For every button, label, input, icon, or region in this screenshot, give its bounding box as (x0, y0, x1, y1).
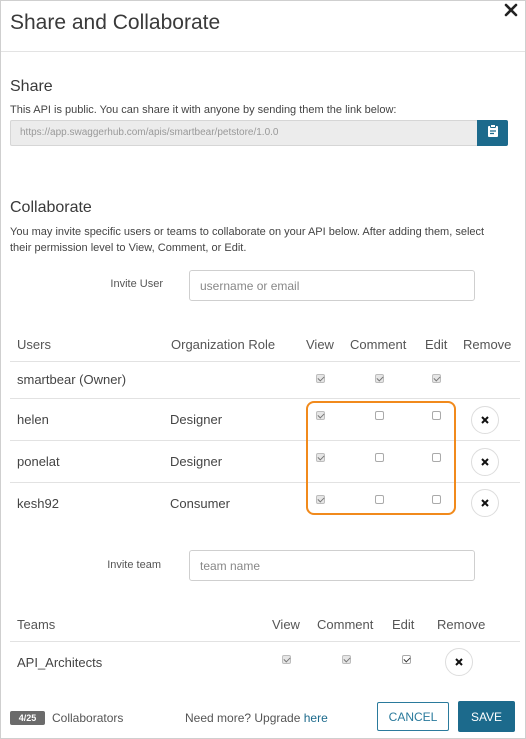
save-button[interactable]: SAVE (458, 701, 515, 732)
users-column-header: Users (17, 337, 51, 352)
close-icon[interactable] (503, 2, 519, 18)
teams-header-divider (10, 641, 520, 642)
x-icon (481, 494, 489, 512)
team-view-checkbox[interactable] (282, 655, 291, 664)
team-edit-checkbox[interactable] (402, 655, 411, 664)
view-column-header: View (306, 337, 334, 352)
teams-remove-column-header: Remove (437, 617, 486, 632)
share-collaborate-dialog: Share and Collaborate Share This API is … (0, 0, 526, 739)
ponelat-edit-checkbox[interactable] (432, 453, 441, 462)
ponelat-comment-checkbox[interactable] (375, 453, 384, 462)
remove-column-header: Remove (463, 337, 512, 352)
user-role-kesh92: Consumer (170, 496, 230, 511)
x-icon (481, 411, 489, 429)
user-name-helen: helen (17, 412, 49, 427)
x-icon (455, 653, 463, 671)
helen-edit-checkbox[interactable] (432, 411, 441, 420)
user-name-owner: smartbear (Owner) (17, 372, 127, 387)
kesh92-edit-checkbox[interactable] (432, 495, 441, 504)
share-section-title: Share (10, 78, 53, 95)
collaborate-section-title: Collaborate (10, 199, 92, 216)
owner-edit-checkbox (432, 374, 441, 383)
cancel-button[interactable]: CANCEL (377, 702, 449, 731)
invite-team-label: Invite team (107, 559, 161, 571)
team-name-api-architects: API_Architects (17, 655, 103, 670)
user-role-helen: Designer (170, 412, 223, 427)
org-role-column-header: Organization Role (171, 337, 276, 352)
invite-user-label: Invite User (110, 278, 163, 290)
helen-comment-checkbox[interactable] (375, 411, 384, 420)
kesh92-view-checkbox[interactable] (316, 495, 325, 504)
collaborator-count-badge: 4/25 (10, 711, 45, 725)
remove-team-button[interactable] (445, 648, 473, 676)
comment-column-header: Comment (350, 337, 407, 352)
copy-link-button[interactable] (477, 120, 508, 146)
remove-helen-button[interactable] (471, 406, 499, 434)
user-role-ponelat: Designer (170, 454, 223, 469)
user-name-kesh92: kesh92 (17, 496, 59, 511)
header-divider (1, 51, 525, 52)
team-comment-checkbox[interactable] (342, 655, 351, 664)
collaborate-description-line1: You may invite specific users or teams t… (10, 226, 485, 238)
invite-team-input[interactable]: team name (189, 550, 475, 581)
clipboard-icon (487, 124, 499, 142)
ponelat-view-checkbox[interactable] (316, 453, 325, 462)
edit-column-header: Edit (425, 337, 448, 352)
dialog-title: Share and Collaborate (10, 11, 221, 34)
owner-view-checkbox (316, 374, 325, 383)
user-name-ponelat: ponelat (17, 454, 60, 469)
share-link-field[interactable]: https://app.swaggerhub.com/apis/smartbea… (10, 120, 477, 146)
row-divider (10, 440, 520, 441)
collaborate-description-line2: their permission level to View, Comment,… (10, 242, 247, 254)
kesh92-comment-checkbox[interactable] (375, 495, 384, 504)
owner-comment-checkbox (375, 374, 384, 383)
users-header-divider (10, 361, 520, 362)
share-description: This API is public. You can share it wit… (10, 104, 397, 116)
x-icon (481, 453, 489, 471)
teams-column-header: Teams (17, 617, 56, 632)
row-divider (10, 398, 520, 399)
remove-ponelat-button[interactable] (471, 448, 499, 476)
remove-kesh92-button[interactable] (471, 489, 499, 517)
upgrade-link[interactable]: here (304, 711, 328, 725)
collaborators-label: Collaborators (52, 711, 124, 725)
helen-view-checkbox[interactable] (316, 411, 325, 420)
need-more-text: Need more? Upgrade (185, 711, 301, 725)
teams-view-column-header: View (272, 617, 300, 632)
row-divider (10, 482, 520, 483)
teams-edit-column-header: Edit (392, 617, 415, 632)
invite-user-input[interactable]: username or email (189, 270, 475, 301)
teams-comment-column-header: Comment (317, 617, 374, 632)
upgrade-text: Need more? Upgrade here (185, 711, 328, 725)
